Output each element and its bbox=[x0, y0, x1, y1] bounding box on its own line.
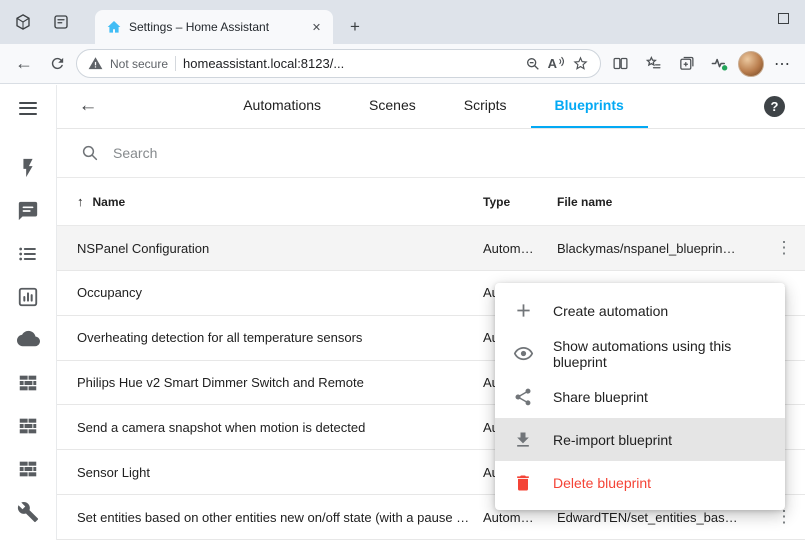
row-file: Blackymas/nspanel_blueprin… bbox=[557, 241, 763, 256]
tab-scripts[interactable]: Scripts bbox=[440, 85, 531, 128]
brick-wall-icon[interactable] bbox=[0, 404, 56, 447]
import-icon bbox=[511, 430, 535, 450]
trash-icon bbox=[511, 473, 535, 493]
back-button[interactable]: ← bbox=[10, 50, 38, 78]
address-divider bbox=[175, 56, 176, 71]
tab-scenes[interactable]: Scenes bbox=[345, 85, 440, 128]
url-text[interactable]: homeassistant.local:8123/... bbox=[183, 56, 518, 71]
profile-avatar[interactable] bbox=[738, 51, 764, 77]
table-row[interactable]: NSPanel Configuration Automation Blackym… bbox=[57, 226, 805, 271]
collections-icon[interactable] bbox=[672, 50, 700, 78]
column-header-file-name[interactable]: File name bbox=[557, 195, 763, 209]
lightning-icon[interactable] bbox=[0, 146, 56, 189]
new-tab-button[interactable]: + bbox=[343, 15, 367, 39]
ha-tab-bar: Automations Scenes Scripts Blueprints bbox=[103, 85, 764, 128]
row-name: Overheating detection for all temperatur… bbox=[57, 330, 483, 345]
row-type: Automation bbox=[483, 510, 557, 525]
table-header: ↑ Name Type File name bbox=[57, 178, 805, 226]
column-header-name[interactable]: ↑ Name bbox=[57, 194, 483, 209]
brick-wall-icon[interactable] bbox=[0, 447, 56, 490]
row-type: Automation bbox=[483, 241, 557, 256]
ha-header: ← Automations Scenes Scripts Blueprints … bbox=[57, 85, 805, 129]
sort-ascending-icon: ↑ bbox=[77, 194, 84, 209]
search-input[interactable] bbox=[113, 145, 781, 161]
zoom-out-icon[interactable] bbox=[525, 56, 541, 72]
browser-menu-icon[interactable]: ⋯ bbox=[769, 54, 795, 74]
workspaces-icon[interactable] bbox=[8, 8, 38, 36]
blueprint-context-menu: Create automation Show automations using… bbox=[495, 283, 785, 510]
brick-wall-icon[interactable] bbox=[0, 361, 56, 404]
sidebar-items bbox=[0, 146, 56, 533]
row-file: EdwardTEN/set_entities_bas… bbox=[557, 510, 763, 525]
search-bar bbox=[57, 129, 805, 179]
home-assistant-app: ← Automations Scenes Scripts Blueprints … bbox=[0, 85, 805, 540]
menu-item-create-automation[interactable]: Create automation bbox=[495, 289, 785, 332]
refresh-button[interactable] bbox=[43, 50, 71, 78]
ha-sidebar bbox=[0, 85, 57, 540]
plus-icon bbox=[511, 300, 535, 321]
menu-item-reimport-blueprint[interactable]: Re-import blueprint bbox=[495, 418, 785, 461]
tab-close-icon[interactable]: ✕ bbox=[308, 19, 325, 36]
row-name: Sensor Light bbox=[57, 465, 483, 480]
tab-automations[interactable]: Automations bbox=[219, 85, 345, 128]
sidebar-menu-icon[interactable] bbox=[0, 85, 56, 131]
share-icon bbox=[511, 387, 535, 407]
help-icon[interactable]: ? bbox=[764, 96, 785, 117]
window-controls bbox=[778, 13, 789, 24]
menu-item-share-blueprint[interactable]: Share blueprint bbox=[495, 375, 785, 418]
chart-icon[interactable] bbox=[0, 275, 56, 318]
wrench-icon[interactable] bbox=[0, 490, 56, 533]
row-name: NSPanel Configuration bbox=[57, 241, 483, 256]
address-bar[interactable]: Not secure homeassistant.local:8123/... … bbox=[76, 49, 601, 78]
tab-blueprints[interactable]: Blueprints bbox=[531, 85, 648, 128]
menu-item-delete-blueprint[interactable]: Delete blueprint bbox=[495, 461, 785, 504]
tab-title: Settings – Home Assistant bbox=[129, 20, 301, 34]
maximize-icon[interactable] bbox=[778, 13, 789, 24]
row-name: Occupancy bbox=[57, 285, 483, 300]
menu-item-show-automations[interactable]: Show automations using this blueprint bbox=[495, 332, 785, 375]
row-name: Set entities based on other entities new… bbox=[57, 510, 483, 525]
browser-tab[interactable]: Settings – Home Assistant ✕ bbox=[95, 10, 333, 44]
row-name: Philips Hue v2 Smart Dimmer Switch and R… bbox=[57, 375, 483, 390]
read-aloud-icon[interactable]: A bbox=[548, 56, 565, 71]
browser-essentials-icon[interactable] bbox=[705, 50, 733, 78]
tab-actions-icon[interactable] bbox=[46, 8, 76, 36]
cloud-icon[interactable] bbox=[0, 318, 56, 361]
search-icon bbox=[81, 144, 99, 162]
row-overflow-menu-icon[interactable]: ⋮ bbox=[770, 234, 798, 262]
split-screen-icon[interactable] bbox=[606, 50, 634, 78]
ha-back-icon[interactable]: ← bbox=[73, 91, 103, 121]
list-icon[interactable] bbox=[0, 232, 56, 275]
eye-icon bbox=[511, 343, 535, 364]
not-secure-warning-icon bbox=[88, 56, 103, 71]
row-name: Send a camera snapshot when motion is de… bbox=[57, 420, 483, 435]
browser-toolbar: ← Not secure homeassistant.local:8123/..… bbox=[0, 44, 805, 84]
security-label: Not secure bbox=[110, 57, 168, 71]
browser-titlebar: Settings – Home Assistant ✕ + bbox=[0, 0, 805, 44]
column-header-type[interactable]: Type bbox=[483, 195, 557, 209]
favorites-hub-icon[interactable] bbox=[639, 50, 667, 78]
favorite-star-icon[interactable] bbox=[572, 55, 589, 72]
home-assistant-favicon bbox=[106, 19, 122, 35]
chat-icon[interactable] bbox=[0, 189, 56, 232]
